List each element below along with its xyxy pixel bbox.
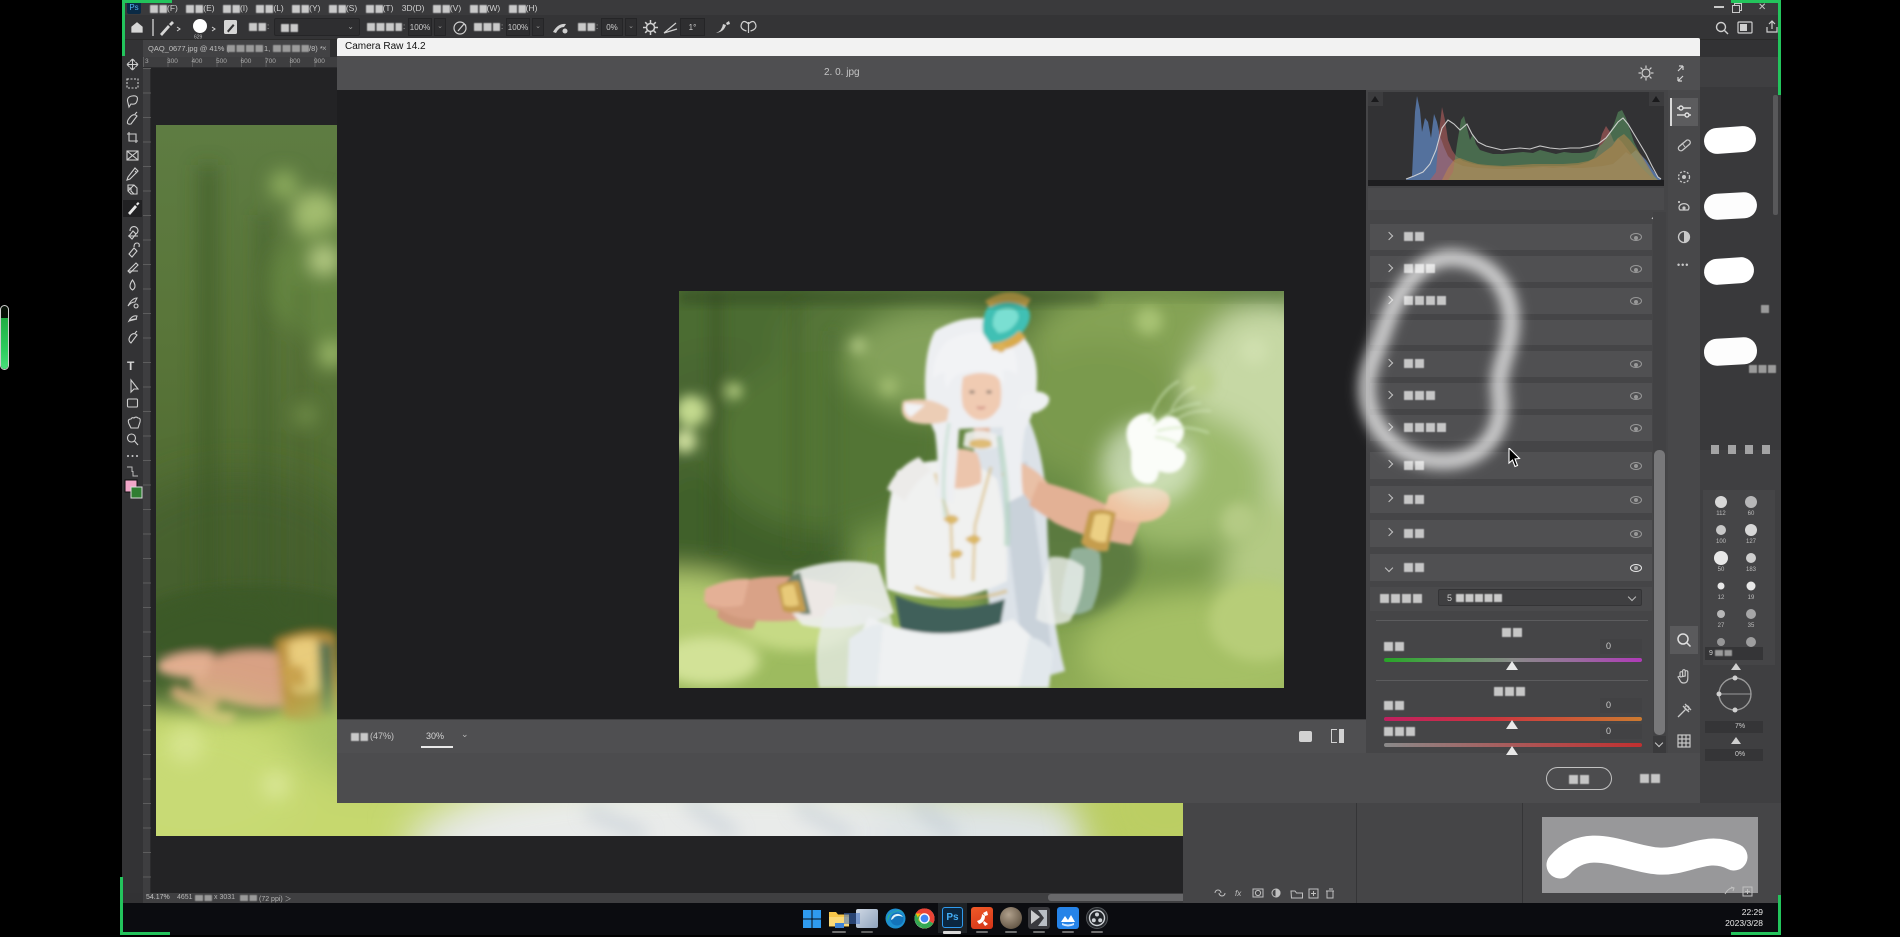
svg-text:112: 112 [1716, 511, 1726, 517]
svg-text:127: 127 [1746, 539, 1757, 545]
svg-text:19: 19 [1748, 595, 1755, 601]
svg-text:50: 50 [1718, 567, 1725, 573]
svg-text:60: 60 [1748, 511, 1755, 517]
svg-text:35: 35 [1748, 623, 1755, 629]
svg-text:27: 27 [1718, 623, 1725, 629]
svg-text:fx: fx [1235, 889, 1242, 898]
svg-text:12: 12 [1718, 595, 1725, 601]
svg-text:100: 100 [1716, 539, 1727, 545]
svg-text:T: T [127, 359, 135, 373]
svg-text:183: 183 [1746, 567, 1757, 573]
